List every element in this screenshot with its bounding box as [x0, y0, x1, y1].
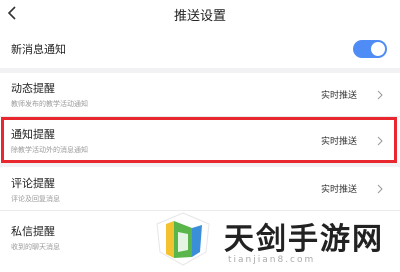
watermark-title: 天剑手游网 — [224, 222, 384, 257]
setting-desc: 教师发布的教学活动通知 — [11, 100, 88, 108]
setting-title: 私信提醒 — [11, 225, 55, 238]
page-title: 推送设置 — [173, 9, 226, 24]
watermark: 天剑手游网 tianjian8.com — [150, 206, 400, 272]
setting-row-comment[interactable]: 评论提醒 评论及回复消息 实时推送 — [0, 167, 400, 210]
chevron-right-icon — [377, 184, 383, 194]
setting-value: 实时推送 — [320, 91, 357, 101]
chevron-right-icon — [377, 90, 383, 100]
setting-desc: 收到的聊天消息 — [11, 243, 60, 251]
header-bar: 推送设置 — [0, 0, 400, 28]
new-message-label: 新消息通知 — [11, 43, 66, 56]
setting-row-dynamic[interactable]: 动态提醒 教师发布的教学活动通知 实时推送 — [0, 73, 400, 116]
toggle-knob — [371, 42, 385, 56]
new-message-row: 新消息通知 — [0, 28, 400, 68]
watermark-logo-icon — [156, 212, 210, 266]
setting-desc: 评论及回复消息 — [11, 195, 60, 203]
new-message-toggle[interactable] — [353, 40, 387, 58]
setting-title: 动态提醒 — [11, 82, 55, 95]
setting-title: 评论提醒 — [11, 177, 55, 190]
setting-value: 实时推送 — [320, 185, 357, 195]
watermark-subtitle: tianjian8.com — [228, 255, 316, 265]
highlight-box — [1, 117, 397, 163]
